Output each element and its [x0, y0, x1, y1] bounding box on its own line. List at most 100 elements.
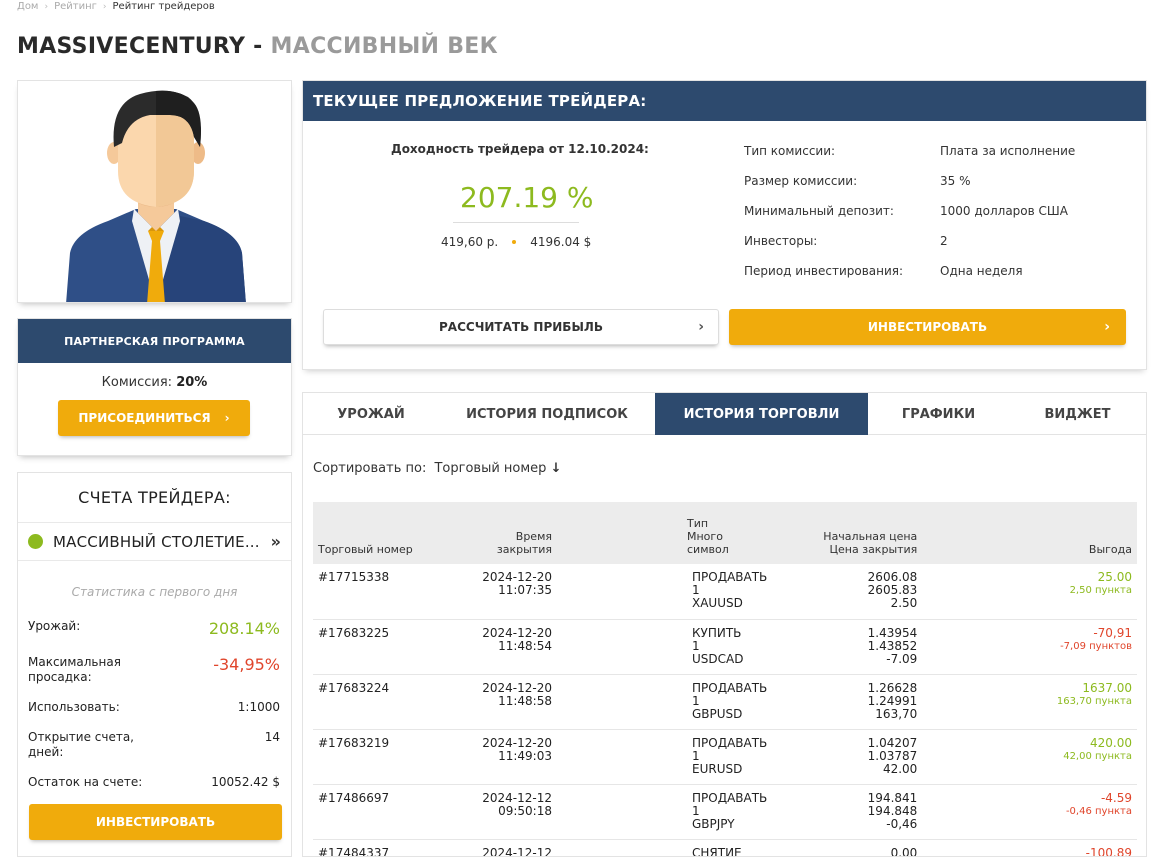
offer-heading: ТЕКУЩЕЕ ПРЕДЛОЖЕНИЕ ТРЕЙДЕРА: — [303, 81, 1146, 121]
arrow-down-icon[interactable]: ↓ — [551, 461, 562, 476]
trade-close-time: 2024-12-20 11:07:35 — [441, 564, 557, 620]
col-prices-line1: Начальная цена — [823, 530, 918, 543]
stats-caption: Статистика с первого дня — [71, 585, 238, 599]
yield-amounts: 419,60 р. 4196.04 $ — [441, 235, 591, 249]
stat-value: 10052.42 $ — [211, 775, 280, 789]
chevron-right-icon: › — [224, 411, 230, 425]
double-chevron-right-icon[interactable]: » — [271, 532, 281, 551]
trade-type: ПРОДАВАТЬ 1 GBPJPY — [557, 784, 773, 840]
trade-profit: -100.89 — [922, 839, 1137, 856]
col-prices-line2: Цена закрытия — [829, 543, 918, 556]
breadcrumb-home-link[interactable]: Дом — [17, 1, 38, 12]
trade-profit: 1637.00 163,70 пункта — [922, 674, 1137, 730]
col-close-time: Время закрытия — [441, 502, 557, 564]
trader-accounts-card: СЧЕТА ТРЕЙДЕРА: МАССИВНЫЙ СТОЛЕТИЕ... » … — [17, 472, 292, 857]
invest-button-main[interactable]: ИНВЕСТИРОВАТЬ › — [729, 309, 1126, 345]
trade-type: ПРОДАВАТЬ 1 XAUUSD — [557, 564, 773, 620]
account-status-icon — [28, 534, 43, 549]
param-label-invest-period: Период инвестирования: — [744, 264, 904, 278]
param-value-commission-type: Плата за исполнение — [940, 144, 1076, 158]
trade-close-time: 2024-12-20 11:48:58 — [441, 674, 557, 730]
tab-widget[interactable]: ВИДЖЕТ — [1009, 393, 1146, 435]
history-panel: УРОЖАЙ ИСТОРИЯ ПОДПИСОК ИСТОРИЯ ТОРГОВЛИ… — [302, 392, 1147, 857]
stat-balance: Остаток на счете: 10052.42 $ — [28, 775, 280, 789]
trade-number: #17683225 — [313, 619, 441, 675]
trade-profit: -4.59 -0,46 пункта — [922, 784, 1137, 840]
stat-yield: Урожай: 208.14% — [28, 619, 280, 638]
join-button[interactable]: ПРИСОЕДИНИТЬСЯ › — [58, 400, 250, 436]
stat-label: Максимальная просадка: — [28, 655, 121, 684]
trade-type: СНЯТИЕ — [557, 839, 773, 856]
tab-charts[interactable]: ГРАФИКИ — [868, 393, 1009, 435]
chevron-right-icon: › — [102, 1, 107, 12]
trade-close-time: 2024-12-20 11:48:54 — [441, 619, 557, 675]
trade-number: #17715338 — [313, 564, 441, 620]
table-row: #17683224 2024-12-20 11:48:58 ПРОДАВАТЬ 1 GBP… — [313, 674, 1137, 730]
calculate-profit-button[interactable]: РАССЧИТАТЬ ПРИБЫЛЬ › — [323, 309, 719, 345]
page-title: MASSIVECENTURY - МАССИВНЫЙ ВЕК — [17, 34, 498, 59]
trades-table-body: #17715338 2024-12-20 11:07:35 ПРОДАВАТЬ 1 XAU… — [313, 564, 1137, 856]
tab-subscription-history[interactable]: ИСТОРИЯ ПОДПИСОК — [439, 393, 655, 435]
table-row: #17486697 2024-12-12 09:50:18 ПРОДАВАТЬ 1 GBP… — [313, 784, 1137, 840]
stat-label: Урожай: — [28, 619, 81, 633]
tab-yield[interactable]: УРОЖАЙ — [303, 393, 439, 435]
amount-usd: 4196.04 $ — [530, 235, 592, 249]
breadcrumb-current: Рейтинг трейдеров — [112, 1, 215, 12]
invest-button-side[interactable]: ИНВЕСТИРОВАТЬ — [29, 804, 282, 840]
sort-control: Сортировать по: Торговый номер ↓ — [313, 461, 561, 476]
sort-value[interactable]: Торговый номер — [434, 461, 546, 476]
sort-label: Сортировать по: — [313, 461, 427, 476]
breadcrumb: Дом › Рейтинг › Рейтинг трейдеров — [17, 1, 215, 12]
col-trade-number: Торговый номер — [313, 502, 441, 564]
table-row: #17715338 2024-12-20 11:07:35 ПРОДАВАТЬ 1 XAU… — [313, 564, 1137, 620]
trade-close-time: 2024-12-12 — [441, 839, 557, 856]
trade-profit: -70,91 -7,09 пунктов — [922, 619, 1137, 675]
trade-close-time: 2024-12-12 09:50:18 — [441, 784, 557, 840]
page-title-main: MASSIVECENTURY - — [17, 34, 263, 59]
stat-value: 1:1000 — [237, 700, 280, 714]
tab-bar: УРОЖАЙ ИСТОРИЯ ПОДПИСОК ИСТОРИЯ ТОРГОВЛИ… — [303, 393, 1146, 435]
calculate-profit-label: РАССЧИТАТЬ ПРИБЫЛЬ — [439, 320, 603, 334]
tab-trading-history[interactable]: ИСТОРИЯ ТОРГОВЛИ — [655, 393, 868, 435]
partner-commission-label: Комиссия: — [101, 375, 173, 390]
amount-rub: 419,60 р. — [441, 235, 499, 249]
trade-prices: 0.00 — [772, 839, 923, 856]
trader-avatar — [66, 90, 246, 302]
col-type: Тип Много символ — [557, 502, 773, 564]
trade-number: #17683219 — [313, 729, 441, 785]
partner-program-heading: ПАРТНЕРСКАЯ ПРОГРАММА — [18, 319, 291, 363]
trade-prices: 1.26628 1.24991 163,70 — [772, 674, 923, 730]
breadcrumb-rating-link[interactable]: Рейтинг — [54, 1, 97, 12]
trader-offer-card: ТЕКУЩЕЕ ПРЕДЛОЖЕНИЕ ТРЕЙДЕРА: Доходность… — [302, 80, 1147, 370]
stat-max-drawdown: Максимальная просадка: -34,95% — [28, 655, 280, 685]
stat-label: Остаток на счете: — [28, 775, 143, 789]
param-value-commission-size: 35 % — [940, 174, 971, 188]
param-value-min-deposit: 1000 долларов США — [940, 204, 1068, 218]
partner-program-card: ПАРТНЕРСКАЯ ПРОГРАММА Комиссия: 20% ПРИС… — [17, 318, 292, 456]
trade-profit: 420.00 42,00 пункта — [922, 729, 1137, 785]
trade-close-time: 2024-12-20 11:49:03 — [441, 729, 557, 785]
trade-profit: 25.00 2,50 пункта — [922, 564, 1137, 620]
param-label-investors: Инвесторы: — [744, 234, 818, 248]
trade-type: КУПИТЬ 1 USDCAD — [557, 619, 773, 675]
chevron-right-icon: › — [698, 319, 704, 335]
stat-value: 208.14% — [208, 619, 280, 638]
page-title-sub: МАССИВНЫЙ ВЕК — [270, 34, 498, 59]
invest-button-label: ИНВЕСТИРОВАТЬ — [867, 320, 988, 334]
trades-table: Торговый номер Время закрытия Тип Много … — [313, 502, 1137, 856]
param-value-investors: 2 — [940, 234, 948, 248]
stat-label: Использовать: — [28, 700, 120, 714]
trade-number: #17486697 — [313, 784, 441, 840]
bullet-icon — [512, 240, 517, 244]
yield-value: 207.19 % — [460, 181, 594, 214]
trader-avatar-card — [17, 80, 292, 303]
param-label-commission-size: Размер комиссии: — [744, 174, 858, 188]
table-row: #17683219 2024-12-20 11:49:03 ПРОДАВАТЬ 1 EUR… — [313, 729, 1137, 785]
param-value-invest-period: Одна неделя — [940, 264, 1023, 278]
table-row: #17683225 2024-12-20 11:48:54 КУПИТЬ 1 USDCAD… — [313, 619, 1137, 675]
col-type-line1: Тип — [687, 517, 709, 530]
col-profit: Выгода — [922, 502, 1137, 564]
account-selector[interactable]: МАССИВНЫЙ СТОЛЕТИЕ... » — [18, 523, 291, 561]
col-type-line2: Много — [687, 530, 723, 543]
stat-value: 14 — [264, 730, 280, 744]
